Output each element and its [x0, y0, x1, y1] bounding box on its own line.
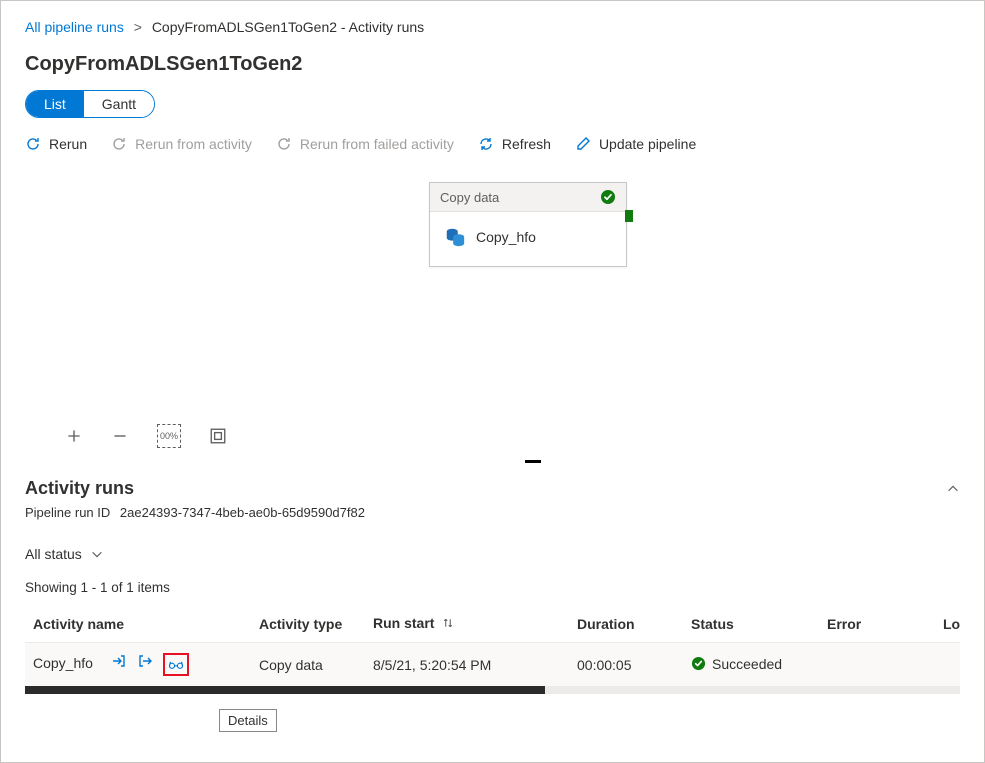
refresh-button[interactable]: Refresh [478, 136, 551, 152]
pipeline-run-id: Pipeline run ID 2ae24393-7347-4beb-ae0b-… [25, 505, 960, 520]
cell-activity-type: Copy data [251, 643, 365, 687]
sort-icon [442, 616, 454, 632]
output-icon[interactable] [137, 653, 153, 669]
cell-error [819, 643, 935, 687]
cell-status: Succeeded [691, 656, 782, 672]
breadcrumb-root-link[interactable]: All pipeline runs [25, 19, 124, 35]
activity-node-header: Copy data [430, 183, 626, 212]
details-button[interactable] [163, 653, 189, 676]
activity-node-name: Copy_hfo [476, 229, 536, 245]
activity-node[interactable]: Copy data Copy_hfo [429, 182, 627, 267]
status-filter-label: All status [25, 546, 82, 562]
toolbar: Rerun Rerun from activity Rerun from fai… [25, 136, 960, 152]
table-row[interactable]: Copy_hfo Copy data 8/5/21, 5:20:54 PM [25, 643, 960, 687]
rerun-activity-icon [111, 136, 127, 152]
copy-data-icon [444, 226, 466, 248]
chevron-down-icon [90, 547, 104, 561]
horizontal-scrollbar[interactable] [25, 686, 960, 694]
col-status[interactable]: Status [683, 605, 819, 643]
zoom-toolbar: 00% [65, 424, 227, 448]
node-output-handle[interactable] [625, 210, 633, 222]
zoom-out-button[interactable] [111, 427, 129, 445]
col-run-start-label: Run start [373, 615, 434, 631]
cell-activity-name: Copy_hfo [33, 656, 93, 672]
refresh-label: Refresh [502, 136, 551, 152]
col-activity-type[interactable]: Activity type [251, 605, 365, 643]
details-tooltip: Details [219, 709, 277, 732]
fit-to-screen-button[interactable] [209, 427, 227, 445]
glasses-icon [168, 657, 184, 673]
zoom-in-button[interactable] [65, 427, 83, 445]
rerun-icon [25, 136, 41, 152]
rerun-from-activity-button: Rerun from activity [111, 136, 252, 152]
breadcrumb-current: CopyFromADLSGen1ToGen2 - Activity runs [152, 19, 424, 35]
update-pipeline-label: Update pipeline [599, 136, 696, 152]
pipeline-run-id-value: 2ae24393-7347-4beb-ae0b-65d9590d7f82 [120, 505, 365, 520]
activity-runs-table: Activity name Activity type Run start Du… [25, 605, 960, 686]
edit-icon [575, 136, 591, 152]
rerun-from-failed-button: Rerun from failed activity [276, 136, 454, 152]
rerun-failed-icon [276, 136, 292, 152]
status-filter-dropdown[interactable]: All status [25, 546, 104, 562]
col-run-start[interactable]: Run start [365, 605, 569, 643]
page-title: CopyFromADLSGen1ToGen2 [25, 53, 960, 76]
pipeline-canvas[interactable]: Copy data Copy_hfo 00% [25, 170, 960, 460]
cell-status-text: Succeeded [712, 656, 782, 672]
pipeline-run-id-label: Pipeline run ID [25, 505, 110, 520]
collapse-section-icon[interactable] [946, 482, 960, 496]
scrollbar-thumb[interactable] [25, 686, 545, 694]
breadcrumb-separator: > [134, 19, 142, 35]
panel-resize-handle[interactable] [525, 460, 541, 463]
status-success-icon [691, 656, 706, 671]
col-duration[interactable]: Duration [569, 605, 683, 643]
cell-log [935, 643, 960, 687]
view-toggle-list[interactable]: List [26, 91, 84, 117]
view-toggle: List Gantt [25, 90, 155, 118]
breadcrumb: All pipeline runs > CopyFromADLSGen1ToGe… [25, 19, 960, 35]
activity-node-type: Copy data [440, 190, 499, 205]
cell-duration: 00:00:05 [569, 643, 683, 687]
input-icon[interactable] [111, 653, 127, 669]
update-pipeline-button[interactable]: Update pipeline [575, 136, 696, 152]
activity-runs-table-wrap: Activity name Activity type Run start Du… [25, 605, 960, 694]
view-toggle-gantt[interactable]: Gantt [84, 91, 154, 117]
rerun-button[interactable]: Rerun [25, 136, 87, 152]
rerun-failed-label: Rerun from failed activity [300, 136, 454, 152]
cell-run-start: 8/5/21, 5:20:54 PM [365, 643, 569, 687]
col-activity-name[interactable]: Activity name [25, 605, 251, 643]
rerun-activity-label: Rerun from activity [135, 136, 252, 152]
col-error[interactable]: Error [819, 605, 935, 643]
rerun-label: Rerun [49, 136, 87, 152]
success-check-icon [600, 189, 616, 205]
col-log[interactable]: Log [935, 605, 960, 643]
activity-runs-title: Activity runs [25, 478, 134, 499]
items-count-text: Showing 1 - 1 of 1 items [25, 580, 960, 595]
zoom-reset-button[interactable]: 00% [157, 424, 181, 448]
activity-node-body: Copy_hfo [430, 212, 626, 266]
refresh-icon [478, 136, 494, 152]
